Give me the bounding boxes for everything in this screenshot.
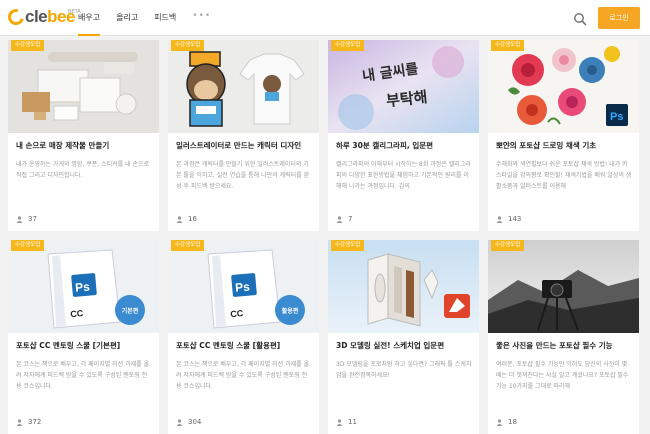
- svg-text:CC: CC: [70, 308, 84, 319]
- student-count-value: 304: [188, 418, 202, 426]
- student-count: 372: [16, 418, 41, 426]
- course-thumbnail: [8, 40, 159, 133]
- svg-text:Ps: Ps: [610, 111, 623, 123]
- user-icon: [16, 215, 23, 223]
- user-icon: [496, 215, 503, 223]
- course-thumbnail: [328, 240, 479, 333]
- course-description: 본 코스는 책으로 배우고, 각 페이지별 미션 과제를 올려 저자에게 피드백…: [16, 361, 150, 390]
- nav-feedback[interactable]: 피드백: [154, 0, 176, 36]
- search-icon[interactable]: [573, 11, 587, 26]
- course-description: 본 과정은 캐릭터를 만들기 위한 일러스트레이터의 기본 툴을 익히고, 실전…: [176, 161, 310, 190]
- svg-text:Ps: Ps: [235, 279, 251, 294]
- course-title: 내 손으로 매장 제작물 만들기: [16, 141, 110, 150]
- student-count-value: 372: [28, 418, 42, 426]
- student-count: 18: [496, 418, 517, 426]
- course-thumbnail: [488, 240, 639, 333]
- logo[interactable]: clebee BETA: [5, 6, 81, 28]
- course-title: 포토샵 CC 멘토링 스쿨 [활용편]: [176, 341, 281, 350]
- user-icon: [176, 215, 183, 223]
- nav-more-icon[interactable]: •••: [192, 0, 211, 36]
- course-card[interactable]: 수강생모집 내 손으로 매장 제작물 만들기 내가 운영하는 가게의 명함, 쿠…: [8, 40, 159, 231]
- user-icon: [336, 215, 343, 223]
- status-badge: 수강생모집: [331, 40, 365, 51]
- student-count: 7: [336, 215, 352, 223]
- student-count-value: 7: [348, 215, 353, 223]
- student-count: 11: [336, 418, 357, 426]
- student-count: 16: [176, 215, 197, 223]
- calligraphy-text-2: 부탁해: [385, 87, 429, 111]
- course-title: 하루 30분 캘리그라피, 입문편: [336, 141, 434, 150]
- course-description: 3D 모델링을 포로처럼 하고 싶다면? 그래픽 툴 스케치업을 완전정복하세요…: [336, 361, 472, 379]
- login-button[interactable]: 로그인: [598, 7, 640, 29]
- nav-learn[interactable]: 배우고: [78, 0, 101, 36]
- course-thumbnail: Ps: [488, 40, 639, 133]
- course-description: 본 코스는 책으로 배우고, 각 페이지별 미션 과제를 올려 저자에게 피드백…: [176, 361, 310, 390]
- course-description: 수채화와 색연필보다 쉬운 포토샵 채색 방법! 내가 키 스타일을 강의평로 …: [496, 161, 632, 190]
- student-count-value: 11: [348, 418, 357, 426]
- course-title: 3D 모델링 실전! 스케치업 입문편: [336, 341, 445, 350]
- course-title: 일러스트레이터로 만드는 캐릭터 디자인: [176, 141, 302, 150]
- svg-text:Ps: Ps: [75, 279, 91, 294]
- status-badge: 수강생모집: [491, 40, 525, 51]
- user-icon: [16, 418, 23, 426]
- top-header: clebee BETA 배우고 올리고 피드백 ••• 로그인: [0, 0, 650, 36]
- student-count-value: 18: [508, 418, 517, 426]
- user-icon: [496, 418, 503, 426]
- main-nav: 배우고 올리고 피드백 •••: [78, 0, 211, 36]
- course-title: 뽀얀의 포토샵 드로잉 채색 기초: [496, 141, 597, 150]
- status-badge: 수강생모집: [11, 40, 45, 51]
- status-badge: 수강생모집: [171, 240, 205, 251]
- course-description: 여러분, 포토샵 필수 기능만 익혀도 당신의 사진이 몇 배는 더 멋져진다는…: [496, 361, 629, 390]
- student-count-value: 143: [508, 215, 522, 223]
- student-count-value: 37: [28, 215, 37, 223]
- course-card[interactable]: Ps 수강생모집 뽀얀의 포토샵 드로잉 채색 기초 수채화와 색연필보다 쉬운…: [488, 40, 639, 231]
- status-badge: 수강생모집: [11, 240, 45, 251]
- status-badge: 수강생모집: [491, 240, 525, 251]
- course-title: 좋은 사진을 만드는 포토샵 필수 기능: [496, 341, 613, 350]
- course-card[interactable]: 수강생모집 일러스트레이터로 만드는 캐릭터 디자인 본 과정은 캐릭터를 만들…: [168, 40, 319, 231]
- nav-upload[interactable]: 올리고: [116, 0, 138, 36]
- student-count: 37: [16, 215, 37, 223]
- course-thumbnail: 내 글씨를 부탁해: [328, 40, 479, 133]
- svg-text:CC: CC: [230, 308, 244, 319]
- course-card[interactable]: Ps CC 기본편 수강생모집 포토샵 CC 멘토링 스쿨 [기본편] 본 코스…: [8, 240, 159, 434]
- student-count: 143: [496, 215, 521, 223]
- course-card[interactable]: 수강생모집 3D 모델링 실전! 스케치업 입문편 3D 모델링을 포로처럼 하…: [328, 240, 479, 434]
- course-card[interactable]: 내 글씨를 부탁해 수강생모집 하루 30분 캘리그라피, 입문편 캘리그라피의…: [328, 40, 479, 231]
- book-edition-label: 기본편: [121, 308, 139, 315]
- user-icon: [176, 418, 183, 426]
- course-thumbnail: Ps CC 기본편: [8, 240, 159, 333]
- student-count-value: 16: [188, 215, 197, 223]
- logo-mark-icon: [5, 6, 27, 28]
- course-thumbnail: Ps CC 활용편: [168, 240, 319, 333]
- user-icon: [336, 418, 343, 426]
- book-edition-label: 활용편: [281, 308, 299, 315]
- course-description: 캘리그라피의 이해부터 시작하는 8회 과정은 캘리그라피의 다양한 표현방법을…: [336, 161, 471, 190]
- course-thumbnail: [168, 40, 319, 133]
- student-count: 304: [176, 418, 201, 426]
- course-title: 포토샵 CC 멘토링 스쿨 [기본편]: [16, 341, 121, 350]
- course-card[interactable]: Ps CC 활용편 수강생모집 포토샵 CC 멘토링 스쿨 [활용편] 본 코스…: [168, 240, 319, 434]
- course-card[interactable]: 수강생모집 좋은 사진을 만드는 포토샵 필수 기능 여러분, 포토샵 필수 기…: [488, 240, 639, 434]
- course-description: 내가 운영하는 가게의 명함, 쿠폰, 스티커를 내 손으로 직접 그리고 디자…: [16, 161, 150, 179]
- status-badge: 수강생모집: [171, 40, 205, 51]
- status-badge: 수강생모집: [331, 240, 365, 251]
